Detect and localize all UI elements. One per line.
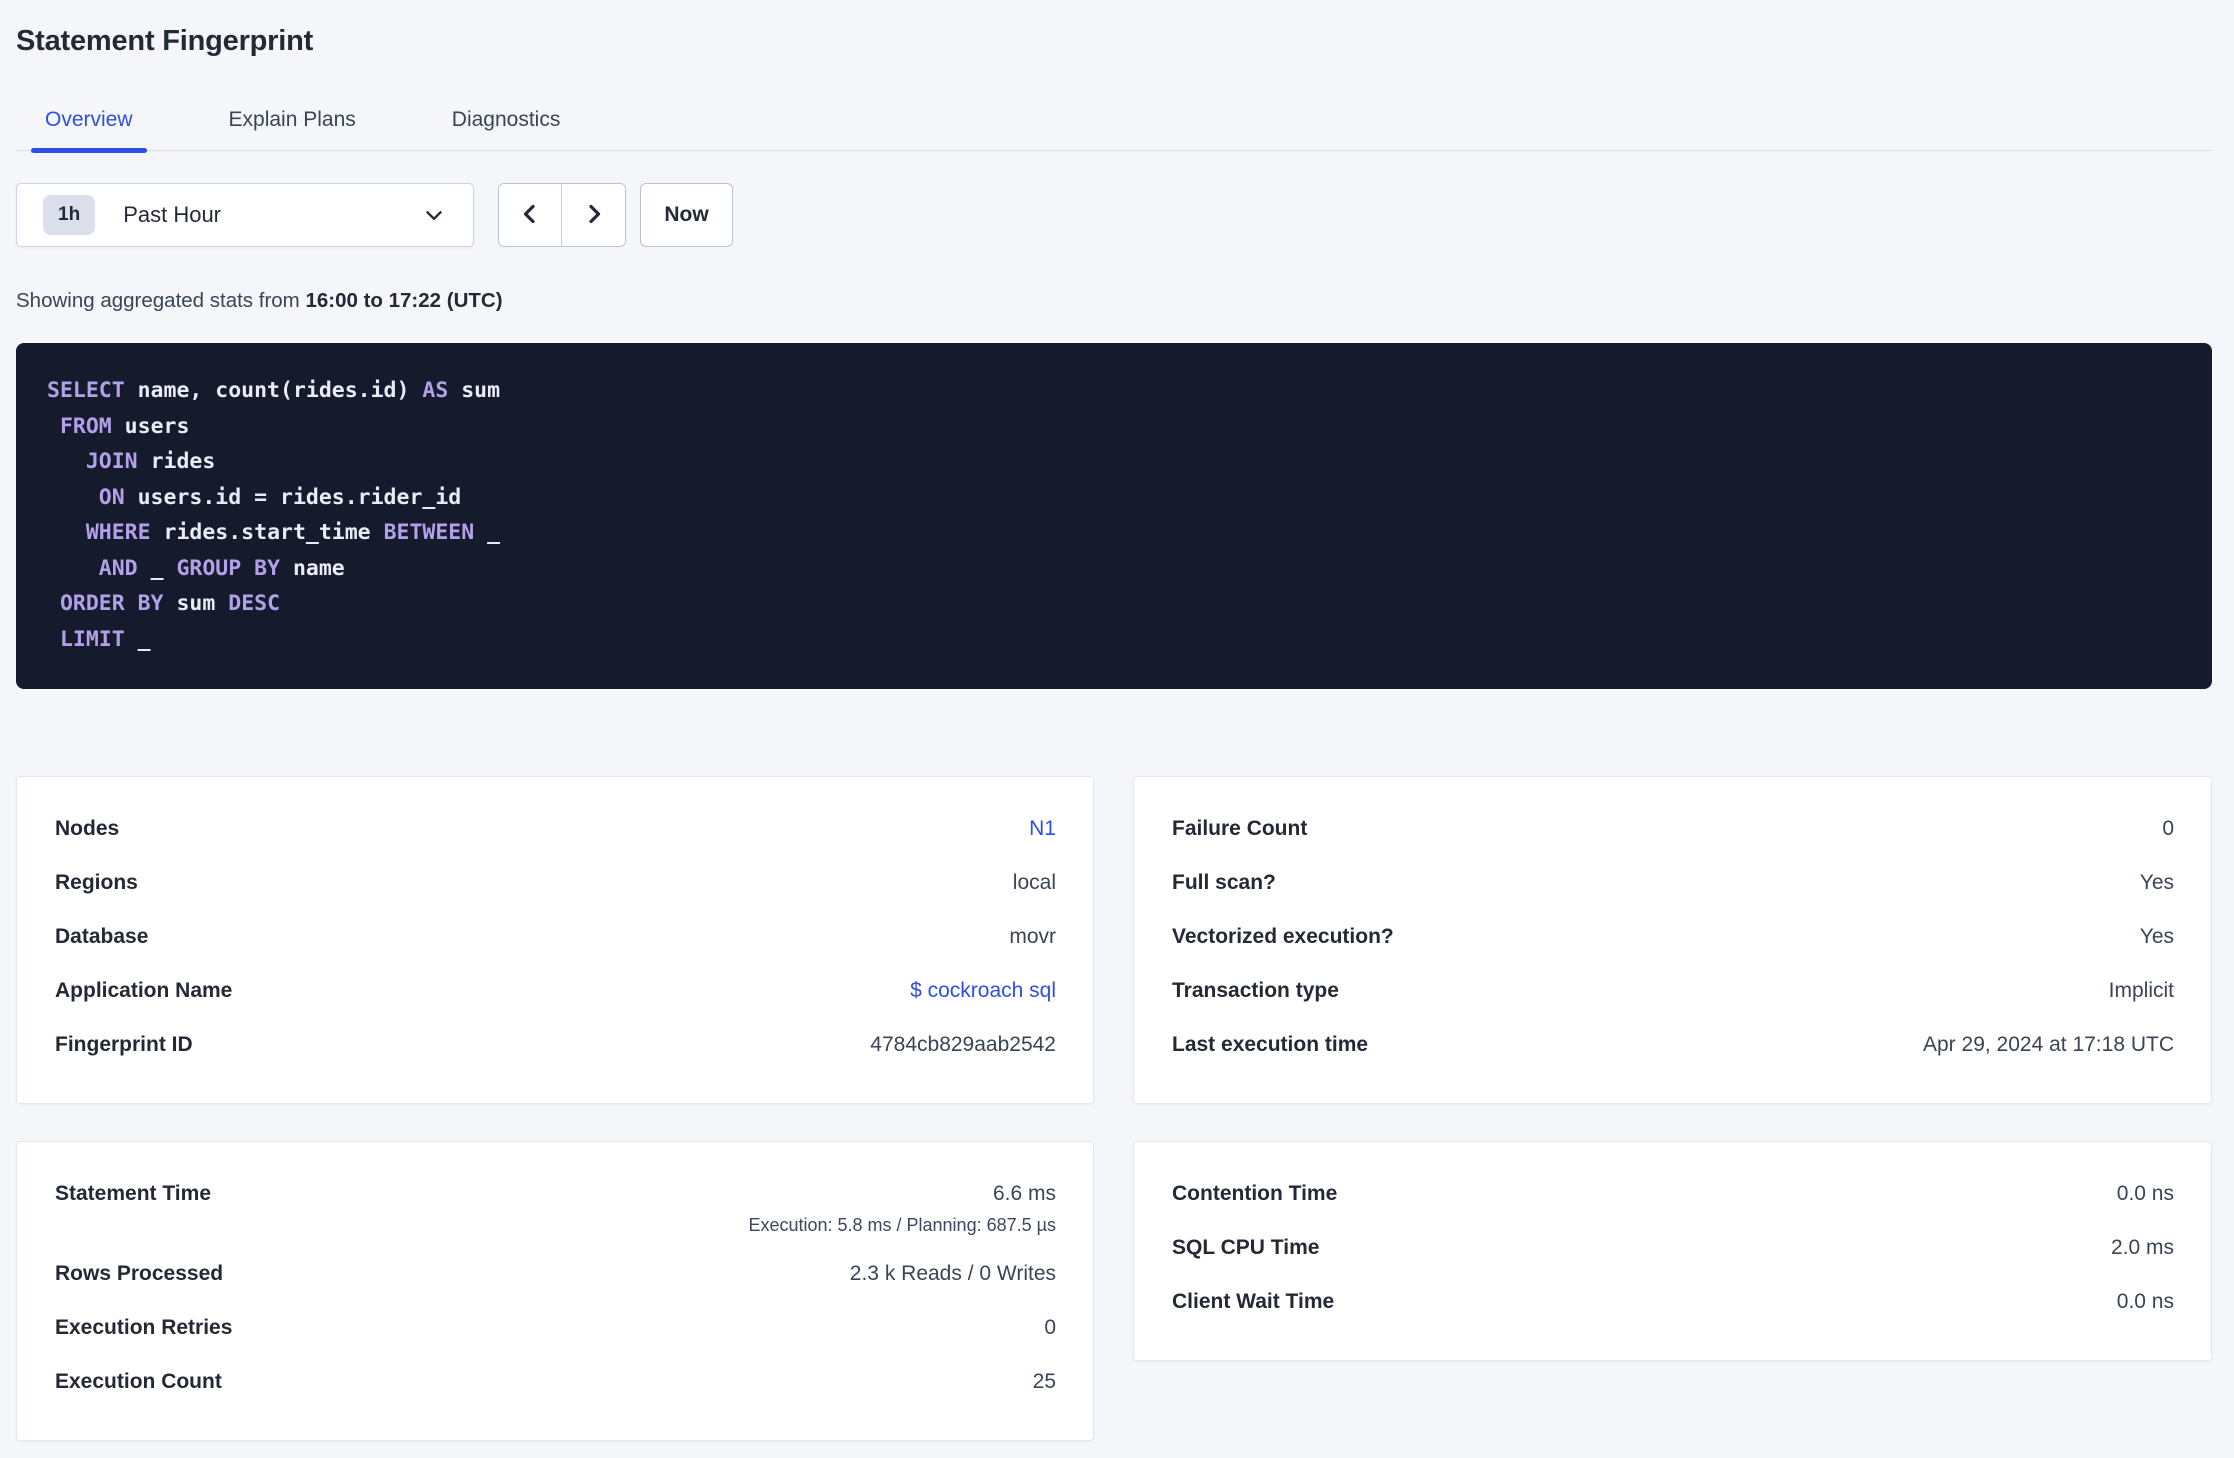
stat-label: Nodes <box>55 817 120 840</box>
stat-value: 2.0 ms <box>2110 1236 2174 1259</box>
row-nodes: Nodes N1 <box>55 817 1056 847</box>
time-range-label: Past Hour <box>123 202 222 227</box>
aggregated-stats-prefix: Showing aggregated stats from <box>16 289 306 312</box>
row-database: Database movr <box>55 925 1056 955</box>
row-statement-time: Statement Time 6.6 ms <box>55 1182 1056 1206</box>
stat-label: Regions <box>55 871 138 894</box>
stat-value: 6.6 ms <box>992 1182 1056 1205</box>
row-failure-count: Failure Count 0 <box>1172 817 2174 847</box>
wait-times-card: Contention Time 0.0 ns SQL CPU Time 2.0 … <box>1133 1141 2212 1361</box>
sql-statement: SELECT name, count(rides.id) AS sum FROM… <box>16 343 2212 689</box>
row-client-wait-time: Client Wait Time 0.0 ns <box>1172 1290 2174 1320</box>
stat-label: Client Wait Time <box>1172 1290 1335 1313</box>
stat-value: 0.0 ns <box>2116 1290 2174 1313</box>
next-interval-button[interactable] <box>562 184 625 246</box>
stat-label: Vectorized execution? <box>1172 925 1394 948</box>
stat-value: 4784cb829aab2542 <box>870 1033 1056 1056</box>
stat-label: Execution Count <box>55 1370 222 1393</box>
page-container: Statement Fingerprint Overview Explain P… <box>0 0 2234 1441</box>
stat-value: 2.3 k Reads / 0 Writes <box>849 1262 1056 1285</box>
stat-label: Fingerprint ID <box>55 1033 193 1056</box>
row-regions: Regions local <box>55 871 1056 901</box>
stat-label: Failure Count <box>1172 817 1308 840</box>
row-last-execution-time: Last execution time Apr 29, 2024 at 17:1… <box>1172 1033 2174 1063</box>
tab-bar: Overview Explain Plans Diagnostics <box>16 107 2212 153</box>
stat-value: Yes <box>2139 871 2174 894</box>
chevron-down-icon <box>421 202 447 228</box>
stat-value: Implicit <box>2108 979 2174 1002</box>
now-button[interactable]: Now <box>640 183 733 247</box>
previous-interval-button[interactable] <box>499 184 562 246</box>
statement-time-breakdown: Execution: 5.8 ms / Planning: 687.5 µs <box>748 1215 1056 1235</box>
stat-value: 25 <box>1032 1370 1056 1393</box>
execution-attributes-card: Failure Count 0 Full scan? Yes Vectorize… <box>1133 776 2212 1104</box>
chevron-right-icon <box>582 202 606 229</box>
stat-value: movr <box>1009 925 1056 948</box>
statement-info-card: Nodes N1 Regions local Database movr App… <box>16 776 1094 1104</box>
row-vectorized-execution: Vectorized execution? Yes <box>1172 925 2174 955</box>
row-transaction-type: Transaction type Implicit <box>1172 979 2174 1009</box>
tab-explain-plans[interactable]: Explain Plans <box>215 107 370 150</box>
stat-label: Statement Time <box>55 1182 211 1205</box>
row-fingerprint-id: Fingerprint ID 4784cb829aab2542 <box>55 1033 1056 1063</box>
nodes-link[interactable]: N1 <box>1029 817 1056 841</box>
aggregated-stats-range: 16:00 to 17:22 (UTC) <box>305 289 503 312</box>
time-range-select[interactable]: 1h Past Hour <box>16 183 474 247</box>
row-sql-cpu-time: SQL CPU Time 2.0 ms <box>1172 1236 2174 1266</box>
chevron-left-icon <box>518 202 542 229</box>
row-execution-retries: Execution Retries 0 <box>55 1316 1056 1346</box>
stat-label: SQL CPU Time <box>1172 1236 1320 1259</box>
stat-value: 0 <box>1044 1316 1056 1339</box>
row-full-scan: Full scan? Yes <box>1172 871 2174 901</box>
aggregated-stats-line: Showing aggregated stats from 16:00 to 1… <box>16 289 2212 313</box>
row-execution-count: Execution Count 25 <box>55 1370 1056 1400</box>
stat-label: Rows Processed <box>55 1262 224 1285</box>
stat-value: Yes <box>2139 925 2174 948</box>
time-step-group <box>498 183 626 247</box>
tab-overview[interactable]: Overview <box>31 107 147 153</box>
time-range-badge: 1h <box>43 195 96 235</box>
stat-label: Execution Retries <box>55 1316 233 1339</box>
application-name-link[interactable]: $ cockroach sql <box>910 979 1056 1003</box>
timing-card: Statement Time 6.6 ms Execution: 5.8 ms … <box>16 1141 1094 1441</box>
page-title: Statement Fingerprint <box>16 25 314 57</box>
tab-diagnostics[interactable]: Diagnostics <box>438 107 575 150</box>
time-picker-row: 1h Past Hour Now <box>16 183 2212 247</box>
stat-value: local <box>1012 871 1056 894</box>
row-contention-time: Contention Time 0.0 ns <box>1172 1182 2174 1212</box>
stat-label: Database <box>55 925 149 948</box>
stat-label: Last execution time <box>1172 1033 1369 1056</box>
stat-label: Transaction type <box>1172 979 1339 1002</box>
stat-value: 0 <box>2162 817 2174 840</box>
row-rows-processed: Rows Processed 2.3 k Reads / 0 Writes <box>55 1262 1056 1292</box>
stat-label: Full scan? <box>1172 871 1276 894</box>
stat-label: Application Name <box>55 979 233 1002</box>
stat-value: Apr 29, 2024 at 17:18 UTC <box>1923 1033 2174 1056</box>
stat-value: 0.0 ns <box>2116 1182 2174 1205</box>
row-application-name: Application Name $ cockroach sql <box>55 979 1056 1009</box>
summary-cards: Nodes N1 Regions local Database movr App… <box>16 776 2212 1441</box>
stat-label: Contention Time <box>1172 1182 1338 1205</box>
